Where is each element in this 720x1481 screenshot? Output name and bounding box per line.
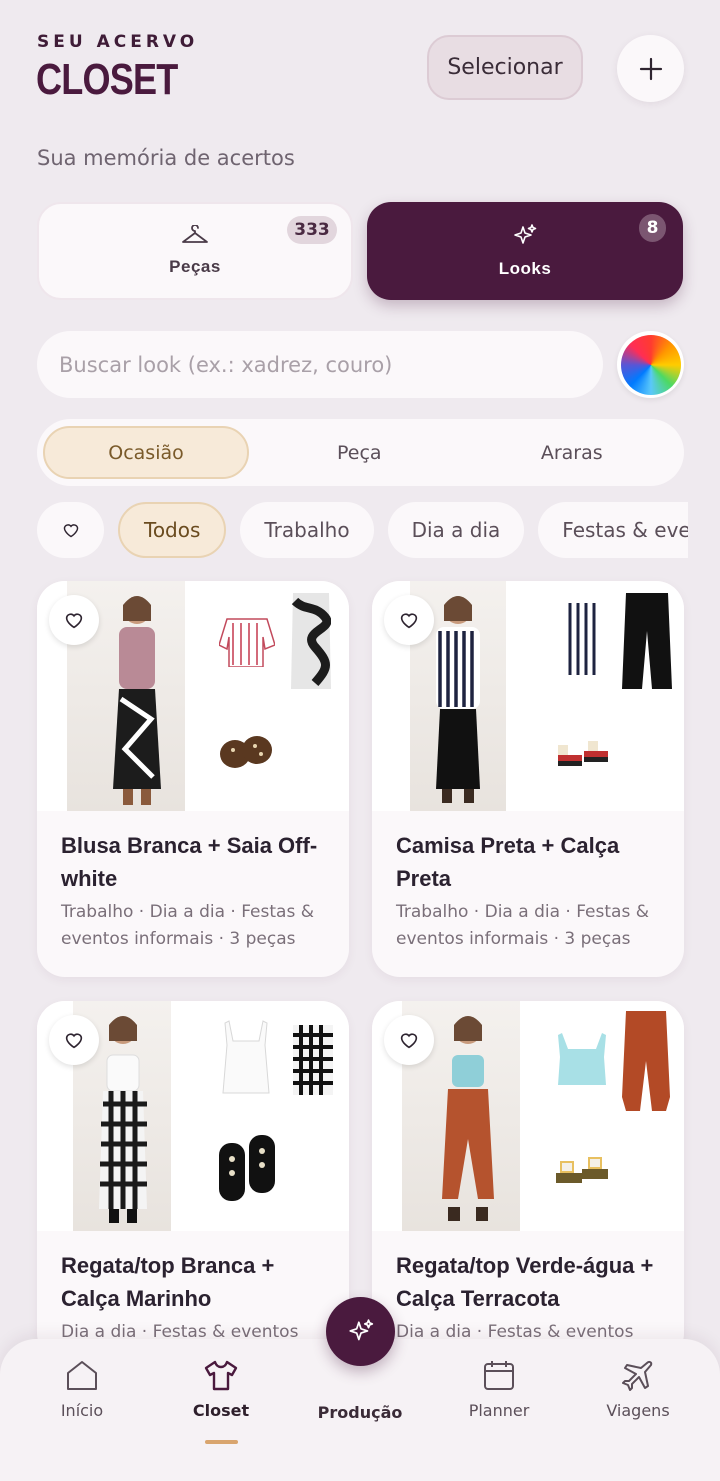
nav-inicio[interactable]: Início [27, 1359, 137, 1420]
look-card[interactable]: Camisa Preta + Calça Preta Trabalho · Di… [372, 581, 684, 977]
pecas-count-badge: 333 [287, 216, 337, 244]
hanger-icon [182, 225, 208, 243]
look-card[interactable]: Blusa Branca + Saia Off-white Trabalho ·… [37, 581, 349, 977]
segment-pecas-label: Peças [169, 257, 221, 276]
page-title: CLOSET [36, 55, 178, 104]
look-card[interactable]: Regata/top Verde-água + Calça Terracota … [372, 1001, 684, 1361]
heart-icon [400, 1033, 418, 1049]
segment-looks-label: Looks [498, 259, 552, 278]
nav-planner-label: Planner [468, 1401, 530, 1420]
search-bar[interactable] [37, 331, 603, 398]
nav-producao-label[interactable]: Produção [300, 1403, 420, 1422]
nav-viagens-label: Viagens [606, 1401, 670, 1420]
nav-viagens[interactable]: Viagens [583, 1359, 693, 1420]
heart-icon [400, 613, 418, 629]
calendar-icon [484, 1361, 514, 1390]
home-icon [67, 1361, 97, 1390]
tab-araras[interactable]: Araras [466, 426, 679, 479]
heart-icon [63, 524, 78, 538]
producao-fab[interactable] [326, 1297, 395, 1366]
color-wheel-icon [620, 334, 681, 395]
airplane-icon [622, 1360, 653, 1391]
look-title: Camisa Preta + Calça Preta [396, 833, 620, 891]
nav-active-indicator [205, 1440, 238, 1444]
look-title: Regata/top Verde-água + Calça Terracota [396, 1253, 654, 1311]
occasion-chips: Todos Trabalho Dia a dia Festas & eve [37, 502, 688, 558]
nav-closet[interactable]: Closet [166, 1359, 276, 1420]
heart-icon [65, 613, 83, 629]
page-subtitle: Sua memória de acertos [37, 146, 295, 170]
color-filter-button[interactable] [617, 331, 684, 398]
segment-looks[interactable]: Looks 8 [367, 202, 683, 300]
favorite-button[interactable] [384, 1015, 434, 1065]
favorite-button[interactable] [49, 1015, 99, 1065]
select-button[interactable]: Selecionar [427, 35, 583, 100]
chip-dia-a-dia[interactable]: Dia a dia [387, 502, 525, 558]
tab-peca[interactable]: Peça [253, 426, 466, 479]
chip-festas[interactable]: Festas & eve [538, 502, 688, 558]
nav-closet-label: Closet [192, 1401, 250, 1420]
plus-icon [639, 57, 662, 80]
favorite-button[interactable] [49, 595, 99, 645]
search-input[interactable] [59, 352, 603, 377]
looks-count-badge: 8 [639, 214, 666, 242]
sparkles-icon [348, 1318, 373, 1340]
look-title: Blusa Branca + Saia Off-white [61, 833, 318, 891]
favorites-chip[interactable] [37, 502, 104, 558]
nav-inicio-label: Início [60, 1401, 104, 1420]
tab-ocasiao[interactable]: Ocasião [43, 426, 249, 479]
favorite-button[interactable] [384, 595, 434, 645]
heart-icon [65, 1033, 83, 1049]
filter-tabs: Ocasião Peça Araras [37, 419, 684, 486]
chip-todos[interactable]: Todos [118, 502, 227, 558]
chip-trabalho[interactable]: Trabalho [240, 502, 374, 558]
eyebrow-label: SEU ACERVO [37, 32, 199, 52]
sparkles-icon [514, 224, 537, 244]
segment-pecas[interactable]: Peças 333 [37, 202, 353, 300]
look-card[interactable]: Regata/top Branca + Calça Marinho Dia a … [37, 1001, 349, 1361]
look-title: Regata/top Branca + Calça Marinho [61, 1253, 275, 1311]
look-meta: Trabalho · Dia a dia · Festas & eventos … [396, 902, 649, 949]
add-button[interactable] [617, 35, 684, 102]
tshirt-icon [204, 1360, 238, 1391]
nav-planner[interactable]: Planner [444, 1359, 554, 1420]
look-meta: Trabalho · Dia a dia · Festas & eventos … [61, 902, 314, 949]
